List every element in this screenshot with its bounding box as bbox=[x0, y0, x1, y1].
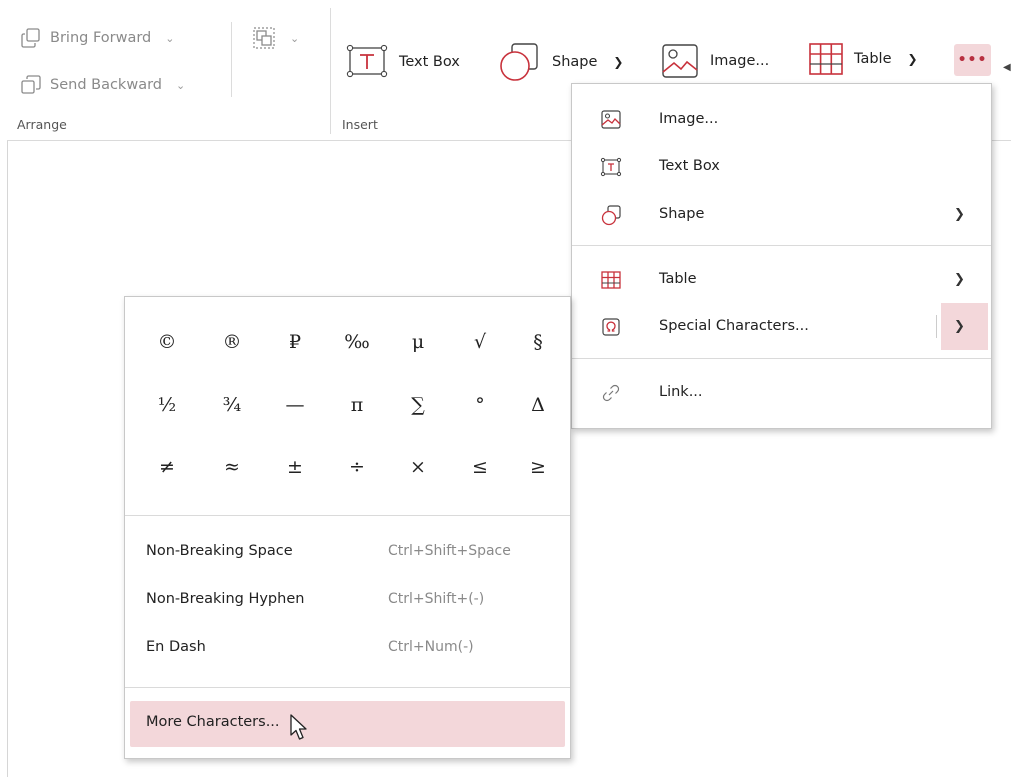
symbol-micro[interactable]: μ bbox=[398, 331, 438, 353]
link-icon bbox=[600, 382, 622, 404]
special-characters-flyout: © ® ₽ ‰ μ √ § ½ ¾ — π ∑ ° Δ ≠ ≈ ± ÷ × ≤ … bbox=[124, 296, 571, 759]
symbol-multiply[interactable]: × bbox=[398, 456, 438, 478]
chevron-down-icon[interactable]: ❯ bbox=[613, 55, 623, 69]
symbol-copyright[interactable]: © bbox=[147, 331, 187, 353]
text-box-label: Text Box bbox=[399, 54, 460, 70]
insert-table-button[interactable]: Table ❯ bbox=[808, 42, 918, 76]
menu-item-table[interactable]: Table ❯ bbox=[572, 257, 991, 301]
chevron-down-icon[interactable]: ❯ bbox=[908, 52, 918, 66]
menu-item-label: Link... bbox=[659, 384, 703, 400]
command-shortcut: Ctrl+Shift+Space bbox=[388, 543, 511, 559]
symbol-not-equal[interactable]: ≠ bbox=[147, 456, 187, 478]
symbol-ruble[interactable]: ₽ bbox=[275, 331, 315, 353]
group-objects-button[interactable]: ⌄ bbox=[252, 26, 299, 50]
symbol-square-root[interactable]: √ bbox=[460, 331, 500, 353]
scroll-left-icon[interactable]: ◀ bbox=[1003, 62, 1011, 73]
symbol-divide[interactable]: ÷ bbox=[337, 456, 377, 478]
symbol-em-dash[interactable]: — bbox=[275, 394, 315, 416]
text-box-icon bbox=[600, 156, 622, 178]
menu-separator bbox=[572, 245, 991, 246]
chevron-down-icon[interactable]: ⌄ bbox=[176, 79, 185, 92]
send-backward-label: Send Backward bbox=[50, 77, 162, 93]
shape-icon bbox=[600, 204, 622, 226]
symbol-registered[interactable]: ® bbox=[212, 331, 252, 353]
chevron-down-icon[interactable]: ⌄ bbox=[165, 32, 174, 45]
menu-item-label: Shape bbox=[659, 206, 705, 222]
symbol-three-quarters[interactable]: ¾ bbox=[212, 394, 252, 416]
insert-text-box-button[interactable]: Text Box bbox=[345, 42, 460, 82]
more-characters-label: More Characters... bbox=[146, 714, 280, 730]
group-objects-icon bbox=[253, 27, 275, 49]
menu-item-link[interactable]: Link... bbox=[572, 370, 991, 414]
symbol-sum[interactable]: ∑ bbox=[398, 394, 438, 416]
image-icon bbox=[600, 109, 622, 131]
chevron-down-icon[interactable]: ⌄ bbox=[290, 32, 299, 45]
symbol-permille[interactable]: ‰ bbox=[337, 331, 377, 353]
command-label: Non-Breaking Space bbox=[146, 543, 293, 559]
symbol-degree[interactable]: ° bbox=[460, 394, 500, 416]
bring-forward-button[interactable]: Bring Forward ⌄ bbox=[20, 27, 174, 49]
insert-group-label: Insert bbox=[342, 117, 378, 132]
shape-label: Shape bbox=[552, 54, 598, 70]
text-box-icon bbox=[346, 44, 388, 78]
insert-image-button[interactable]: Image... bbox=[660, 42, 769, 80]
send-backward-icon bbox=[21, 75, 41, 94]
menu-item-label: Text Box bbox=[659, 158, 720, 174]
bring-forward-icon bbox=[21, 28, 40, 48]
shape-icon bbox=[500, 43, 538, 81]
bring-forward-label: Bring Forward bbox=[50, 30, 152, 46]
chevron-right-icon: ❯ bbox=[954, 206, 965, 222]
symbol-approx[interactable]: ≈ bbox=[212, 456, 252, 478]
menu-item-shape[interactable]: Shape ❯ bbox=[572, 192, 991, 236]
chevron-right-icon[interactable]: ❯ bbox=[954, 319, 965, 334]
table-icon bbox=[600, 269, 622, 291]
menu-item-special-characters[interactable]: Special Characters... ❯ bbox=[572, 304, 991, 348]
symbol-plus-minus[interactable]: ± bbox=[275, 456, 315, 478]
menu-item-image[interactable]: Image... bbox=[572, 97, 991, 141]
symbol-section[interactable]: § bbox=[518, 331, 558, 353]
table-icon bbox=[809, 43, 843, 75]
menu-item-text-box[interactable]: Text Box bbox=[572, 144, 991, 188]
command-label: Non-Breaking Hyphen bbox=[146, 591, 305, 607]
omega-icon bbox=[600, 316, 622, 338]
send-backward-button[interactable]: Send Backward ⌄ bbox=[20, 74, 185, 96]
divider bbox=[231, 22, 232, 97]
more-characters-button[interactable]: More Characters... bbox=[130, 701, 565, 747]
insert-shape-button[interactable]: Shape ❯ bbox=[498, 41, 623, 83]
menu-item-label: Image... bbox=[659, 111, 719, 127]
image-icon bbox=[662, 44, 698, 78]
table-label: Table bbox=[854, 51, 892, 67]
symbol-greater-equal[interactable]: ≥ bbox=[518, 456, 558, 478]
arrange-group-label: Arrange bbox=[17, 117, 67, 132]
mouse-cursor-icon bbox=[290, 714, 307, 740]
more-button[interactable]: ••• bbox=[954, 44, 991, 76]
image-label: Image... bbox=[710, 53, 770, 69]
flyout-separator bbox=[125, 515, 570, 516]
symbol-less-equal[interactable]: ≤ bbox=[460, 456, 500, 478]
group-separator bbox=[330, 8, 331, 134]
chevron-right-icon: ❯ bbox=[954, 271, 965, 287]
symbol-delta[interactable]: Δ bbox=[518, 394, 558, 416]
menu-separator bbox=[572, 358, 991, 359]
command-label: En Dash bbox=[146, 639, 206, 655]
command-shortcut: Ctrl+Num(-) bbox=[388, 639, 474, 655]
menu-item-label: Table bbox=[659, 271, 697, 287]
command-shortcut: Ctrl+Shift+(-) bbox=[388, 591, 485, 607]
symbol-one-half[interactable]: ½ bbox=[147, 394, 187, 416]
flyout-separator bbox=[125, 687, 570, 688]
insert-more-menu: Image... Text Box Shape ❯ Table ❯ Specia… bbox=[571, 83, 992, 429]
symbol-pi[interactable]: π bbox=[337, 394, 377, 416]
menu-item-label: Special Characters... bbox=[659, 318, 809, 334]
